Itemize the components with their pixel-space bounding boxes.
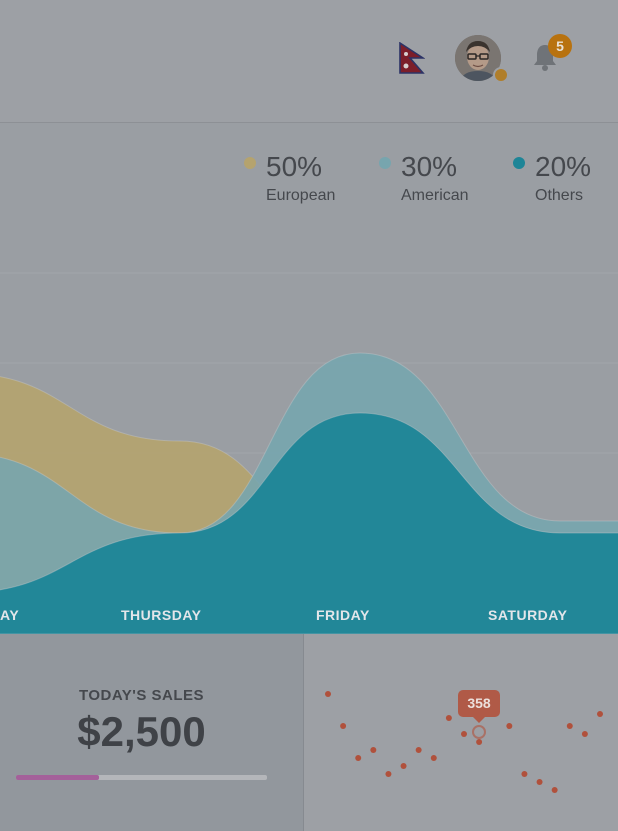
sales-title: TODAY'S SALES [78,687,205,704]
scatter-point[interactable] [476,739,483,745]
notification-badge: 5 [548,34,572,58]
scatter-point[interactable] [415,747,422,753]
legend-label-others: Others [535,187,584,204]
legend-dot-others [513,157,525,169]
todays-sales-card: TODAY'S SALES $2,500 [0,634,304,831]
scatter-point[interactable] [355,755,362,761]
x-tick-label: THURSDAY [121,607,202,623]
value-tooltip: 358 [458,690,500,717]
area-chart-panel: 50% European 30% American 20% Others AY … [0,123,618,634]
scatter-point[interactable] [430,755,437,761]
highlighted-point-ring [472,725,486,739]
scatter-card [304,634,618,831]
scatter-point[interactable] [461,731,467,737]
scatter-point[interactable] [597,711,603,717]
scatter-point[interactable] [445,715,452,721]
legend-percent-others: 20% [535,151,592,182]
scatter-point[interactable] [385,771,392,777]
scatter-point[interactable] [536,779,543,785]
scatter-point[interactable] [581,731,588,737]
legend-label-american: American [401,187,469,204]
top-bar: 5 [0,0,618,123]
scatter-point[interactable] [370,747,377,753]
scatter-point[interactable] [506,723,513,729]
sales-value: $2,500 [77,708,206,755]
x-tick-label: FRIDAY [316,607,370,623]
scatter-point[interactable] [566,723,573,729]
sales-progress-track [16,775,267,780]
scatter-point[interactable] [521,771,528,777]
scatter-plot [325,691,603,793]
legend-label-european: European [266,187,336,204]
status-indicator [493,67,509,83]
nepal-flag-icon[interactable] [399,42,425,74]
sales-progress-fill [16,775,99,780]
legend-dot-american [379,157,391,169]
legend-percent-american: 30% [401,151,458,182]
scatter-point[interactable] [400,763,407,769]
scatter-point[interactable] [325,691,331,697]
scatter-point[interactable] [551,787,558,793]
legend-percent-european: 50% [266,151,323,182]
scatter-point[interactable] [340,723,347,729]
legend-dot-european [244,157,256,169]
tooltip-pointer [472,716,486,723]
x-tick-label: AY [0,607,20,623]
x-tick-label: SATURDAY [488,607,568,623]
